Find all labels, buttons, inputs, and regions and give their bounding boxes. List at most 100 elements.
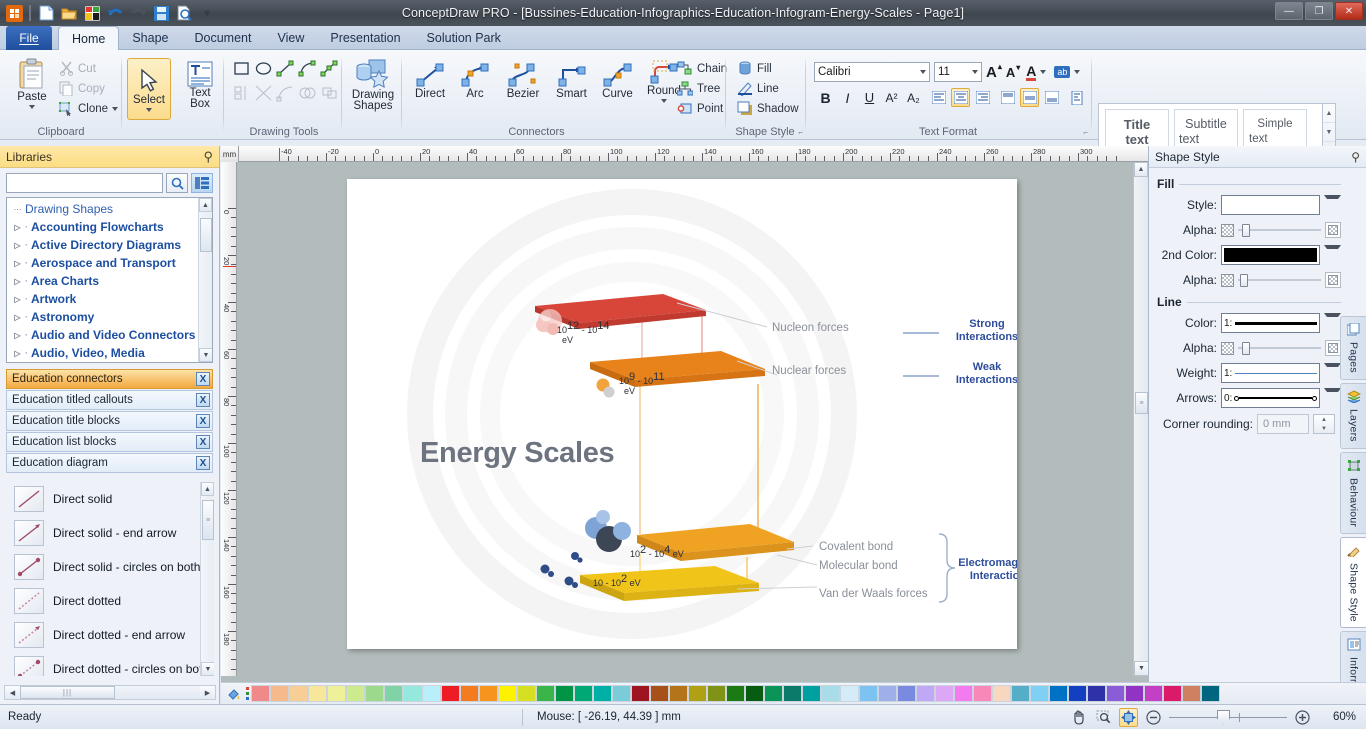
connector-arc-button[interactable]: Arc [453, 58, 497, 103]
group-shapes-icon[interactable] [320, 84, 339, 105]
color-swatch[interactable] [1068, 685, 1087, 702]
line-weight-combo[interactable]: 1: [1221, 363, 1320, 383]
sidebar-item-shape-style[interactable]: Shape Style [1340, 536, 1366, 629]
close-icon[interactable]: X [196, 372, 210, 386]
line-arrows-combo[interactable]: 0: [1221, 388, 1320, 408]
valign-bottom-button[interactable] [1042, 88, 1061, 107]
color-swatch[interactable] [1125, 685, 1144, 702]
library-education-diagram[interactable]: Education diagram X [6, 453, 213, 473]
scroll-down-icon[interactable]: ▼ [201, 662, 214, 676]
library-view-toggle-icon[interactable] [191, 173, 213, 193]
tab-view[interactable]: View [264, 26, 317, 50]
line-weight-caret-icon[interactable] [1324, 363, 1341, 383]
list-item[interactable]: Direct solid [6, 482, 214, 516]
color-swatch[interactable] [441, 685, 460, 702]
color-swatch[interactable] [327, 685, 346, 702]
color-swatch[interactable] [270, 685, 289, 702]
color-swatch[interactable] [517, 685, 536, 702]
line-arrows-caret-icon[interactable] [1324, 388, 1341, 408]
tree-button[interactable]: Tree [674, 80, 730, 97]
chevron-right-icon[interactable]: ▷ [13, 295, 22, 304]
color-swatch[interactable] [289, 685, 308, 702]
list-item[interactable]: Direct solid - circles on both e [6, 550, 214, 584]
fragment-shapes-icon[interactable] [276, 84, 295, 105]
horizontal-ruler[interactable]: -40 -20 0 20 40 60 80 100 120 140 160 180 200 220 240 2… [221, 146, 1148, 162]
select-caret-icon[interactable] [146, 107, 152, 112]
library-education-connectors[interactable]: Education connectors X [6, 369, 213, 389]
fill-alpha2-slider[interactable] [1238, 273, 1321, 287]
tree-item-audio-video-media[interactable]: ▷ · Audio, Video, Media [9, 344, 212, 362]
color-swatch[interactable] [916, 685, 935, 702]
clone-button[interactable]: Clone [56, 100, 121, 117]
sidebar-item-behaviour[interactable]: Behaviour [1340, 451, 1366, 534]
tree-item-audio-and-video-connectors[interactable]: ▷ · Audio and Video Connectors [9, 326, 212, 344]
color-swatch[interactable] [840, 685, 859, 702]
fill-style-combo[interactable] [1221, 195, 1320, 215]
stepper-up-icon[interactable]: ▲ [1314, 415, 1334, 424]
grow-font-icon[interactable]: A ▴ [986, 62, 1002, 81]
color-swatch[interactable] [669, 685, 688, 702]
underline-button[interactable]: U [860, 88, 879, 107]
align-center-button[interactable] [951, 88, 970, 107]
tree-item-accounting-flowcharts[interactable]: ▷ · Accounting Flowcharts [9, 218, 212, 236]
color-swatch-row[interactable] [251, 685, 1220, 702]
fit-page-icon[interactable] [1119, 707, 1138, 727]
app-logo-icon[interactable] [4, 3, 24, 23]
color-swatch[interactable] [1049, 685, 1068, 702]
font-size-caret-icon[interactable] [972, 70, 978, 74]
color-swatch[interactable] [536, 685, 555, 702]
color-swatch[interactable] [992, 685, 1011, 702]
close-icon[interactable]: X [196, 435, 210, 449]
close-icon[interactable]: X [196, 393, 210, 407]
text-direction-button[interactable] [1067, 88, 1086, 107]
canvas-vertical-scrollbar[interactable]: ▲ ≡ ▼ [1133, 162, 1149, 676]
trim-shapes-icon[interactable] [254, 84, 273, 105]
pin-icon[interactable]: ⚲ [1351, 150, 1360, 164]
tab-file[interactable]: File [6, 26, 52, 50]
select-tool-button[interactable]: Select [127, 58, 171, 120]
zoom-slider-thumb[interactable] [1217, 709, 1230, 725]
fill-style-caret-icon[interactable] [1324, 195, 1341, 215]
tab-document[interactable]: Document [182, 26, 265, 50]
color-swatch[interactable] [745, 685, 764, 702]
connector-bezier-button[interactable]: Bezier [498, 58, 548, 103]
color-swatch[interactable] [1163, 685, 1182, 702]
valign-top-button[interactable] [998, 88, 1017, 107]
copy-button[interactable]: Copy [56, 80, 121, 97]
chevron-right-icon[interactable]: ▷ [13, 259, 22, 268]
highlight-caret-icon[interactable] [1074, 70, 1081, 74]
union-shapes-icon[interactable] [298, 84, 317, 105]
library-education-title-blocks[interactable]: Education title blocks X [6, 411, 213, 431]
line-button[interactable]: Line [734, 80, 802, 97]
corner-rounding-stepper[interactable]: ▲ ▼ [1313, 414, 1335, 434]
text-box-button[interactable]: Text Box [179, 60, 221, 110]
color-swatch[interactable] [1201, 685, 1220, 702]
color-swatch[interactable] [384, 685, 403, 702]
tree-item-artwork[interactable]: ▷ · Artwork [9, 290, 212, 308]
tree-item-astronomy[interactable]: ▷ · Astronomy [9, 308, 212, 326]
hand-icon[interactable] [1069, 708, 1088, 727]
chevron-right-icon[interactable]: ▷ [13, 313, 22, 322]
scrollbar-thumb[interactable] [200, 218, 212, 252]
search-input-wrap[interactable] [6, 173, 163, 193]
color-swatch[interactable] [878, 685, 897, 702]
bold-button[interactable]: B [816, 88, 835, 107]
color-swatch[interactable] [764, 685, 783, 702]
scroll-up-icon[interactable]: ▲ [199, 198, 212, 212]
clone-caret-icon[interactable] [112, 106, 119, 111]
library-education-list-blocks[interactable]: Education list blocks X [6, 432, 213, 452]
chevron-right-icon[interactable]: ▷ [13, 331, 22, 340]
paste-caret-icon[interactable] [29, 105, 35, 109]
shape-list[interactable]: Direct solid Direct solid - end arrow Di… [6, 482, 214, 676]
italic-button[interactable]: I [838, 88, 857, 107]
color-swatch[interactable] [954, 685, 973, 702]
list-item[interactable]: Direct dotted [6, 584, 214, 618]
rectangle-tool-icon[interactable] [232, 59, 251, 81]
energy-scales-diagram[interactable]: Energy Scales 1012 - 1014 eV 109 - 1011 eV… [347, 179, 1017, 649]
superscript-button[interactable]: A² [882, 88, 901, 107]
minimize-button[interactable]: — [1275, 2, 1303, 20]
fill-button[interactable]: Fill [734, 60, 802, 77]
drawing-page[interactable]: Energy Scales 1012 - 1014 eV 109 - 1011 eV… [347, 179, 1017, 649]
search-input[interactable] [7, 174, 162, 192]
color-swatch[interactable] [821, 685, 840, 702]
